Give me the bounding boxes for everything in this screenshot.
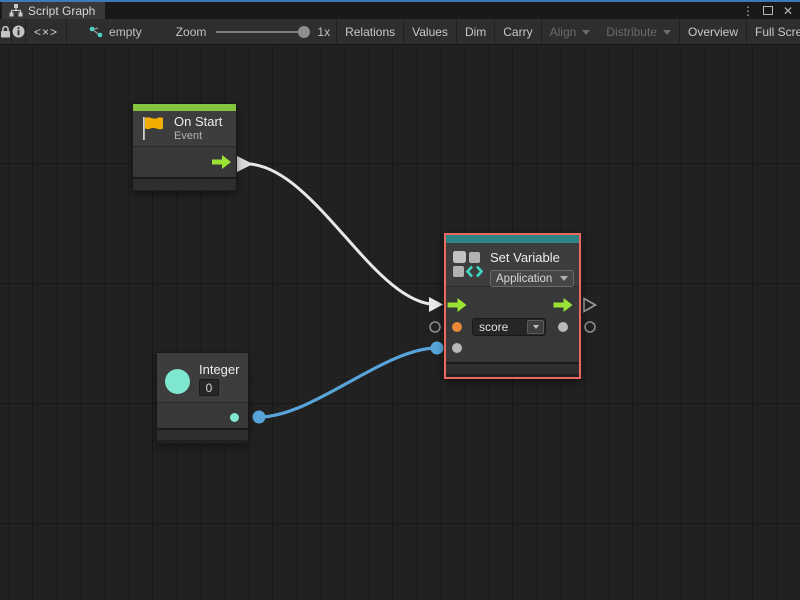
zoom-slider-track[interactable] <box>216 31 310 33</box>
on-start-accent-strip <box>133 104 236 111</box>
lock-icon <box>0 26 11 38</box>
setvar-flow-in-port[interactable] <box>447 298 467 312</box>
align-button[interactable]: Align <box>542 19 599 44</box>
variable-scope-dropdown[interactable]: Application <box>490 270 574 287</box>
code-view-button[interactable]: <×> <box>26 19 67 44</box>
setvar-value-out-port[interactable] <box>558 322 568 332</box>
graph-hierarchy-icon <box>9 4 23 17</box>
graph-icon <box>89 26 103 38</box>
graph-breadcrumb: empty Zoom 1x <box>67 19 337 44</box>
graph-state-label: empty <box>109 25 142 39</box>
on-start-subtitle: Event <box>174 130 222 142</box>
integer-body <box>157 402 248 428</box>
graph-canvas[interactable] <box>0 45 800 600</box>
on-start-flow-out-port[interactable] <box>212 155 231 169</box>
node-set-variable[interactable]: Set Variable Application score <box>444 233 581 379</box>
window-controls: ⋮ ✕ <box>740 2 800 19</box>
fullscreen-button[interactable]: Full Screen <box>747 19 800 44</box>
graph-toolbar: <×> empty Zoom 1x Relations Values Dim C… <box>0 19 800 45</box>
dim-button[interactable]: Dim <box>457 19 495 44</box>
set-variable-title: Set Variable <box>490 250 560 265</box>
chevron-down-icon <box>560 276 568 281</box>
chevron-down-icon <box>582 30 590 35</box>
integer-header: Integer 0 <box>157 353 248 402</box>
tab-script-graph[interactable]: Script Graph <box>2 2 105 19</box>
on-start-footer <box>133 177 236 190</box>
setvar-name-port[interactable] <box>452 322 462 332</box>
set-variable-footer <box>446 362 579 374</box>
script-graph-window: Script Graph ⋮ ✕ <×> <box>0 0 800 600</box>
integer-value-out-port[interactable] <box>230 413 239 422</box>
values-button[interactable]: Values <box>404 19 457 44</box>
align-button-label: Align <box>550 25 577 39</box>
tab-title: Script Graph <box>28 4 95 18</box>
variable-scope-value: Application <box>496 273 560 285</box>
info-button[interactable] <box>12 19 26 44</box>
relations-button[interactable]: Relations <box>337 19 404 44</box>
carry-button[interactable]: Carry <box>495 19 541 44</box>
zoom-label: Zoom <box>176 25 207 39</box>
on-start-header: On Start Event <box>133 111 236 147</box>
chevron-down-icon <box>533 325 539 329</box>
set-variable-body: score <box>446 287 579 362</box>
variables-icon <box>451 248 483 280</box>
close-button[interactable]: ✕ <box>780 3 796 18</box>
info-icon <box>12 25 25 38</box>
setvar-flow-out-port[interactable] <box>553 298 573 312</box>
distribute-button[interactable]: Distribute <box>598 19 680 44</box>
zoom-value: 1x <box>317 25 330 39</box>
node-integer[interactable]: Integer 0 <box>157 353 248 443</box>
zoom-slider-handle[interactable] <box>298 26 310 38</box>
integer-title: Integer <box>199 363 239 377</box>
variable-name-value: score <box>473 320 527 334</box>
lock-button[interactable] <box>0 19 12 44</box>
distribute-button-label: Distribute <box>606 25 657 39</box>
set-variable-header-text: Set Variable Application <box>490 249 574 287</box>
setvar-value-in-port[interactable] <box>452 343 462 353</box>
code-icon: <×> <box>34 25 58 39</box>
maximize-button[interactable] <box>760 3 776 18</box>
overview-button[interactable]: Overview <box>680 19 747 44</box>
maximize-icon <box>763 6 773 15</box>
integer-footer <box>157 428 248 440</box>
variable-name-dropdown[interactable]: score <box>472 318 546 336</box>
integer-value-field[interactable]: 0 <box>199 379 219 396</box>
set-variable-header: Set Variable Application <box>446 243 579 287</box>
on-start-body <box>133 147 236 177</box>
flag-icon <box>140 115 166 142</box>
integer-type-icon <box>165 369 190 394</box>
on-start-title: On Start <box>174 115 222 129</box>
on-start-text: On Start Event <box>174 115 222 142</box>
window-menu-button[interactable]: ⋮ <box>740 3 756 18</box>
set-variable-accent-strip <box>446 235 579 243</box>
variable-name-dropdown-button[interactable] <box>527 320 544 334</box>
zoom-slider[interactable] <box>216 25 310 39</box>
node-on-start[interactable]: On Start Event <box>133 104 236 191</box>
tab-bar: Script Graph ⋮ ✕ <box>0 2 800 19</box>
chevron-down-icon <box>663 30 671 35</box>
